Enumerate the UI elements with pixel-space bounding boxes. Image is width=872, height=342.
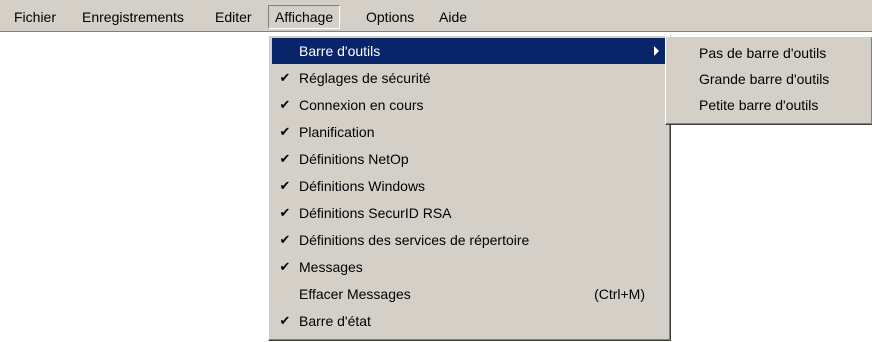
menu-item-label: Définitions des services de répertoire: [299, 232, 530, 248]
menu-fichier[interactable]: Fichier: [8, 6, 62, 28]
submenu-item-label: Pas de barre d'outils: [699, 45, 827, 61]
checkmark-icon: ✔: [279, 178, 291, 193]
affichage-dropdown-menu: Barre d'outils ✔ Réglages de sécurité ✔ …: [268, 35, 671, 341]
checkmark-icon: ✔: [279, 70, 291, 85]
checkmark-icon: ✔: [279, 124, 291, 139]
menu-item-label: Réglages de sécurité: [299, 70, 431, 86]
checkmark-icon: ✔: [279, 232, 291, 247]
menu-item-planification[interactable]: ✔ Planification: [272, 119, 667, 145]
menu-item-reglages-securite[interactable]: ✔ Réglages de sécurité: [272, 65, 667, 91]
checkmark-icon: ✔: [279, 151, 291, 166]
checkmark-icon: ✔: [279, 205, 291, 220]
menu-affichage[interactable]: Affichage: [268, 5, 341, 29]
submenu-item-label: Grande barre d'outils: [699, 71, 830, 87]
checkmark-icon: ✔: [279, 97, 291, 112]
submenu-arrow-icon: [654, 46, 659, 56]
menu-item-label: Messages: [299, 259, 363, 275]
menu-item-connexion-en-cours[interactable]: ✔ Connexion en cours: [272, 92, 667, 118]
menu-item-definitions-securid[interactable]: ✔ Définitions SecurID RSA: [272, 200, 667, 226]
menu-item-label: Connexion en cours: [299, 97, 424, 113]
shortcut-label: (Ctrl+M): [594, 286, 645, 302]
menu-item-label: Définitions Windows: [299, 178, 426, 194]
submenu-item-petite-barre[interactable]: Petite barre d'outils: [669, 93, 872, 118]
menu-item-messages[interactable]: ✔ Messages: [272, 254, 667, 280]
menu-item-definitions-windows[interactable]: ✔ Définitions Windows: [272, 173, 667, 199]
toolbar-submenu: Pas de barre d'outils Grande barre d'out…: [665, 36, 872, 125]
submenu-item-pas-de-barre[interactable]: Pas de barre d'outils: [669, 41, 872, 66]
menu-item-label: Définitions NetOp: [299, 151, 409, 167]
menu-item-definitions-services-repertoire[interactable]: ✔ Définitions des services de répertoire: [272, 227, 667, 253]
submenu-item-label: Petite barre d'outils: [699, 97, 819, 113]
menu-item-barre-etat[interactable]: ✔ Barre d'état: [272, 308, 667, 334]
menu-aide[interactable]: Aide: [433, 6, 473, 28]
checkmark-icon: ✔: [279, 259, 291, 274]
submenu-item-grande-barre[interactable]: Grande barre d'outils: [669, 67, 872, 92]
menu-enregistrements[interactable]: Enregistrements: [76, 6, 190, 28]
menu-item-label: Effacer Messages: [299, 286, 411, 302]
menu-bar: Fichier Enregistrements Editer Affichage…: [0, 0, 872, 32]
menu-item-barre-outils[interactable]: Barre d'outils: [272, 38, 667, 64]
checkmark-icon: ✔: [279, 313, 291, 328]
menu-options[interactable]: Options: [360, 6, 420, 28]
menu-item-label: Planification: [299, 124, 375, 140]
menu-item-label: Barre d'outils: [299, 43, 381, 59]
menu-item-label: Barre d'état: [299, 313, 371, 329]
menu-editer[interactable]: Editer: [209, 6, 258, 28]
menu-item-label: Définitions SecurID RSA: [299, 205, 452, 221]
menu-item-definitions-netop[interactable]: ✔ Définitions NetOp: [272, 146, 667, 172]
menu-item-effacer-messages[interactable]: Effacer Messages (Ctrl+M): [272, 281, 667, 307]
